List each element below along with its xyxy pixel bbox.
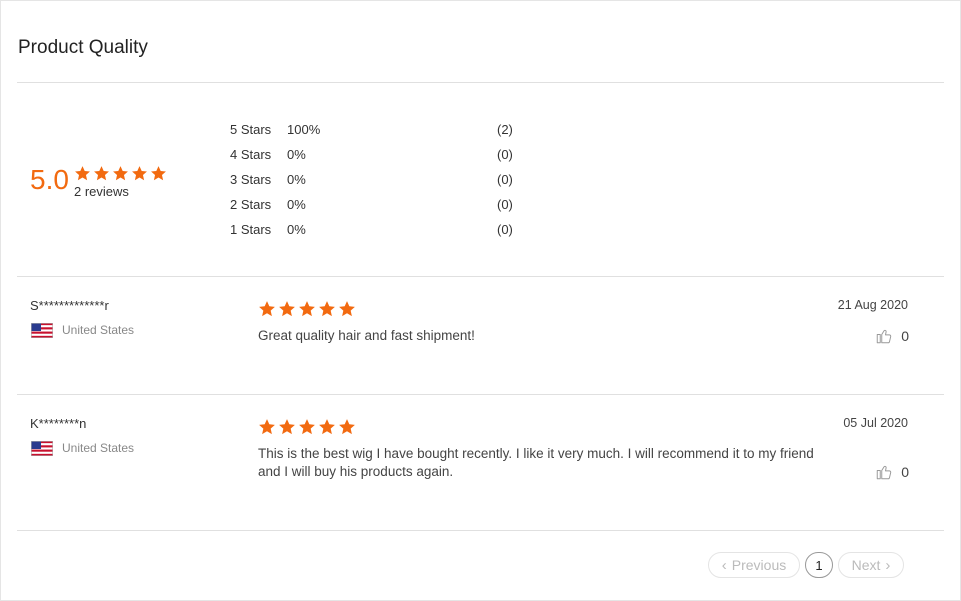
star-icon: [74, 165, 91, 182]
previous-label: Previous: [731, 557, 787, 573]
breakdown-percent: 100%: [287, 122, 321, 137]
review-stars: [258, 300, 356, 318]
star-icon: [318, 418, 336, 436]
breakdown-percent: 0%: [287, 222, 306, 237]
us-flag-icon: [31, 323, 53, 338]
review-date: 05 Jul 2020: [843, 416, 908, 430]
review-stars: [258, 418, 356, 436]
chevron-right-icon: ›: [885, 556, 891, 574]
star-icon: [93, 165, 110, 182]
star-icon: [258, 300, 276, 318]
next-page-button[interactable]: Next ›: [838, 552, 904, 578]
like-count: 0: [901, 328, 909, 344]
star-icon: [278, 418, 296, 436]
average-score: 5.0: [30, 164, 69, 195]
breakdown-percent: 0%: [287, 197, 306, 212]
previous-page-button[interactable]: ‹ Previous: [708, 552, 800, 578]
reviewer-name: K********n: [30, 416, 87, 431]
star-icon: [318, 300, 336, 318]
star-icon: [150, 165, 167, 182]
review-count: 2 reviews: [74, 184, 129, 199]
chevron-left-icon: ‹: [721, 556, 727, 574]
like-button[interactable]: 0: [875, 463, 909, 481]
star-icon: [338, 418, 356, 436]
next-label: Next: [851, 557, 881, 573]
divider: [17, 394, 944, 395]
reviewer-name: S*************r: [30, 298, 109, 313]
breakdown-percent: 0%: [287, 172, 306, 187]
star-icon: [298, 300, 316, 318]
review-date: 21 Aug 2020: [837, 298, 908, 312]
breakdown-stars-label: 1 Stars: [230, 222, 272, 237]
review-text: This is the best wig I have bought recen…: [258, 446, 814, 479]
average-stars: [74, 165, 167, 182]
star-icon: [278, 300, 296, 318]
like-button[interactable]: 0: [875, 327, 909, 345]
breakdown-count: (0): [497, 197, 513, 212]
breakdown-stars-label: 5 Stars: [230, 122, 272, 137]
breakdown-percent: 0%: [287, 147, 306, 162]
breakdown-stars-label: 2 Stars: [230, 197, 272, 212]
star-icon: [131, 165, 148, 182]
star-icon: [112, 165, 129, 182]
like-count: 0: [901, 464, 909, 480]
star-icon: [298, 418, 316, 436]
divider: [17, 276, 944, 277]
breakdown-count: (2): [497, 122, 513, 137]
breakdown-stars-label: 4 Stars: [230, 147, 272, 162]
page-1-button[interactable]: 1: [805, 552, 833, 578]
thumbs-up-icon: [876, 329, 892, 344]
divider: [17, 82, 944, 83]
star-icon: [338, 300, 356, 318]
breakdown-stars-label: 3 Stars: [230, 172, 272, 187]
thumbs-up-icon: [876, 465, 892, 480]
breakdown-count: (0): [497, 147, 513, 162]
star-icon: [258, 418, 276, 436]
product-quality-panel: Product Quality 5.0 2 reviews 5 Stars 10…: [0, 0, 961, 601]
breakdown-count: (0): [497, 222, 513, 237]
review-text: Great quality hair and fast shipment!: [258, 328, 475, 343]
breakdown-count: (0): [497, 172, 513, 187]
reviewer-country: United States: [62, 441, 135, 455]
reviewer-country: United States: [62, 323, 135, 337]
section-title: Product Quality: [18, 37, 148, 58]
divider: [17, 530, 944, 531]
us-flag-icon: [31, 441, 53, 456]
